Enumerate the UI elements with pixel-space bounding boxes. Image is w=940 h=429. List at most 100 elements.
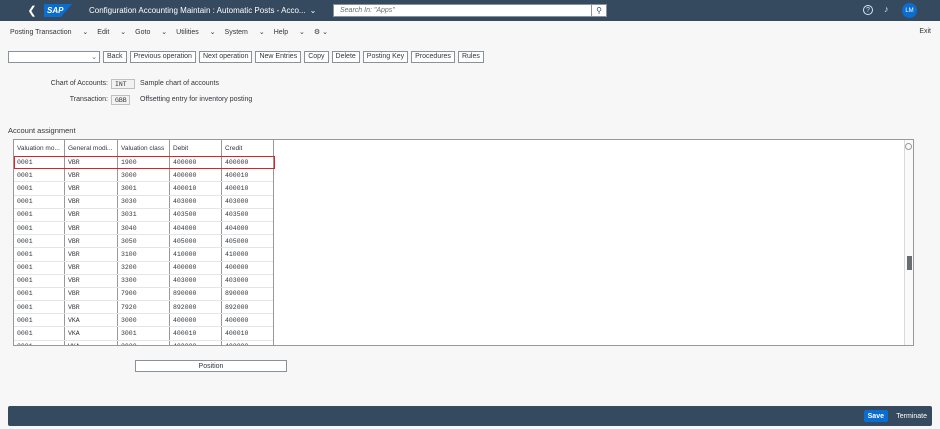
table-row[interactable]: 0001 VBR 3040 404000 404000 xyxy=(14,221,274,236)
cell-credit[interactable]: 400000 xyxy=(222,314,274,327)
cell-general-modif[interactable]: VBR xyxy=(65,195,118,208)
cell-general-modif[interactable]: VBR xyxy=(65,287,118,301)
table-row[interactable]: 0001VKA3030403000403000 xyxy=(14,340,274,345)
cell-debit[interactable]: 403000 xyxy=(170,195,222,208)
column-header-credit[interactable]: Credit xyxy=(222,140,274,156)
cell-debit[interactable]: 400000 xyxy=(170,169,222,182)
cell-valuation-class[interactable]: 3031 xyxy=(118,208,170,221)
menu-edit[interactable]: Edit ⌄ xyxy=(97,28,126,36)
cell-general-modif[interactable]: VBR xyxy=(65,301,118,314)
vertical-scrollbar[interactable] xyxy=(904,140,913,345)
cell-valuation-modif[interactable]: 0001 xyxy=(14,221,65,235)
cell-valuation-class[interactable]: 3030 xyxy=(118,195,170,208)
cell-credit[interactable]: 403000 xyxy=(222,340,274,345)
cell-general-modif[interactable]: VBR xyxy=(65,169,118,182)
table-row[interactable]: 0001 VBR 3030 403000 403000 xyxy=(14,195,274,209)
menu-help[interactable]: Help ⌄ xyxy=(274,28,305,36)
cell-valuation-class[interactable]: 3100 xyxy=(118,248,170,261)
cell-valuation-modif[interactable]: 0001 xyxy=(14,261,65,274)
search-field[interactable]: Search In: "Apps" ⚲ xyxy=(333,4,607,17)
cell-general-modif[interactable]: VKA xyxy=(65,314,118,327)
copy-button[interactable]: Copy xyxy=(304,50,329,63)
table-row[interactable]: 0001 VBR 3300 403000 403000 xyxy=(14,274,274,288)
previous-operation-button[interactable]: Previous operation xyxy=(129,50,196,63)
cell-valuation-class[interactable]: 3001 xyxy=(118,182,170,195)
cell-credit[interactable]: 403000 xyxy=(222,195,274,208)
terminate-button[interactable]: Terminate xyxy=(896,410,927,422)
avatar[interactable]: LM xyxy=(902,3,917,18)
table-row[interactable]: 0001 VBR 3200 400000 400000 xyxy=(14,261,274,275)
cell-general-modif[interactable]: VBR xyxy=(65,221,118,235)
table-row[interactable]: 0001 VBR 3100 410000 410000 xyxy=(14,248,274,262)
cell-credit[interactable]: 890000 xyxy=(222,287,274,301)
next-operation-button[interactable]: Next operation xyxy=(198,50,253,63)
cell-valuation-modif[interactable]: 0001 xyxy=(14,340,65,345)
cell-valuation-class[interactable]: 3050 xyxy=(118,235,170,248)
cell-debit[interactable]: 404000 xyxy=(170,221,222,235)
cell-valuation-class[interactable]: 3000 xyxy=(118,314,170,327)
cell-valuation-modif[interactable]: 0001 xyxy=(14,287,65,301)
cell-valuation-modif[interactable]: 0001 xyxy=(14,235,65,248)
cell-general-modif[interactable]: VBR xyxy=(65,274,118,287)
table-row[interactable]: 0001 VBR 7920 892000 892000 xyxy=(14,301,274,315)
back-button[interactable]: Back xyxy=(103,50,127,63)
chevron-down-icon[interactable]: ⌄ xyxy=(310,6,317,15)
cell-valuation-class[interactable]: 3030 xyxy=(118,340,170,345)
cell-general-modif[interactable]: VKA xyxy=(65,327,118,340)
cell-debit[interactable]: 400010 xyxy=(170,327,222,340)
cell-general-modif[interactable]: VBR xyxy=(65,248,118,261)
procedures-button[interactable]: Procedures xyxy=(411,50,455,63)
cell-valuation-modif[interactable]: 0001 xyxy=(14,248,65,261)
cell-credit[interactable]: 405000 xyxy=(222,235,274,248)
back-icon[interactable]: ❮ xyxy=(22,0,42,21)
cell-valuation-class[interactable]: 3000 xyxy=(118,169,170,182)
cell-credit[interactable]: 892000 xyxy=(222,301,274,314)
cell-debit[interactable]: 400000 xyxy=(170,314,222,327)
chevron-down-icon[interactable]: ⌄ xyxy=(91,53,97,61)
transaction-field[interactable]: GBB xyxy=(111,95,130,105)
cell-credit[interactable]: 400010 xyxy=(222,182,274,195)
position-button[interactable]: Position xyxy=(135,360,287,372)
cell-debit[interactable]: 403500 xyxy=(170,208,222,221)
delete-button[interactable]: Delete xyxy=(331,50,360,63)
cell-debit[interactable]: 410000 xyxy=(170,248,222,261)
cell-debit[interactable]: 400000 xyxy=(170,261,222,274)
cell-debit[interactable]: 890000 xyxy=(170,287,222,301)
bell-icon[interactable]: ♪ xyxy=(884,4,889,14)
gear-icon[interactable]: ⚙ ⌄ xyxy=(314,28,328,36)
cell-valuation-modif[interactable]: 0001 xyxy=(14,301,65,314)
save-button[interactable]: Save xyxy=(863,410,888,422)
menu-system[interactable]: System ⌄ xyxy=(225,28,265,36)
cell-credit[interactable]: 410000 xyxy=(222,248,274,261)
exit-button[interactable]: Exit xyxy=(919,28,931,35)
cell-credit[interactable]: 403500 xyxy=(222,208,274,221)
cell-credit[interactable]: 404000 xyxy=(222,221,274,235)
cell-general-modif[interactable]: VKA xyxy=(65,340,118,345)
cell-debit[interactable]: 405000 xyxy=(170,235,222,248)
column-header-valuation-class[interactable]: Valuation class xyxy=(118,140,170,156)
cell-valuation-class[interactable]: 3001 xyxy=(118,327,170,340)
table-row[interactable]: 0001 VBR 7900 890000 890000 xyxy=(14,287,274,302)
cell-valuation-class[interactable]: 7920 xyxy=(118,301,170,314)
cell-valuation-class[interactable]: 3300 xyxy=(118,274,170,287)
rules-button[interactable]: Rules xyxy=(457,50,484,63)
cell-general-modif[interactable]: VBR xyxy=(65,182,118,195)
table-row[interactable]: 0001 VBR 3000 400000 400010 xyxy=(14,169,274,183)
cell-debit[interactable]: 400010 xyxy=(170,182,222,195)
cell-valuation-modif[interactable]: 0001 xyxy=(14,327,65,340)
cell-credit[interactable]: 400010 xyxy=(222,169,274,182)
table-settings-icon[interactable] xyxy=(905,143,912,150)
command-field[interactable]: ⌄ xyxy=(8,50,100,63)
table-row[interactable]: 0001 VBR 3001 400010 400010 xyxy=(14,182,274,196)
cell-valuation-modif[interactable]: 0001 xyxy=(14,208,65,221)
cell-debit[interactable]: 403000 xyxy=(170,274,222,287)
table-row[interactable]: 0001 VKA 3000 400000 400000 xyxy=(14,314,274,328)
column-header-general-modif[interactable]: General modi... xyxy=(65,140,118,156)
column-header-debit[interactable]: Debit xyxy=(170,140,222,156)
cell-valuation-modif[interactable]: 0001 xyxy=(14,195,65,208)
cell-valuation-modif[interactable]: 0001 xyxy=(14,182,65,195)
help-icon[interactable]: ? xyxy=(863,5,873,15)
table-row[interactable]: 0001 VKA 3001 400010 400010 xyxy=(14,327,274,341)
menu-posting-transaction[interactable]: Posting Transaction ⌄ xyxy=(10,28,88,36)
cell-credit[interactable]: 400010 xyxy=(222,327,274,340)
